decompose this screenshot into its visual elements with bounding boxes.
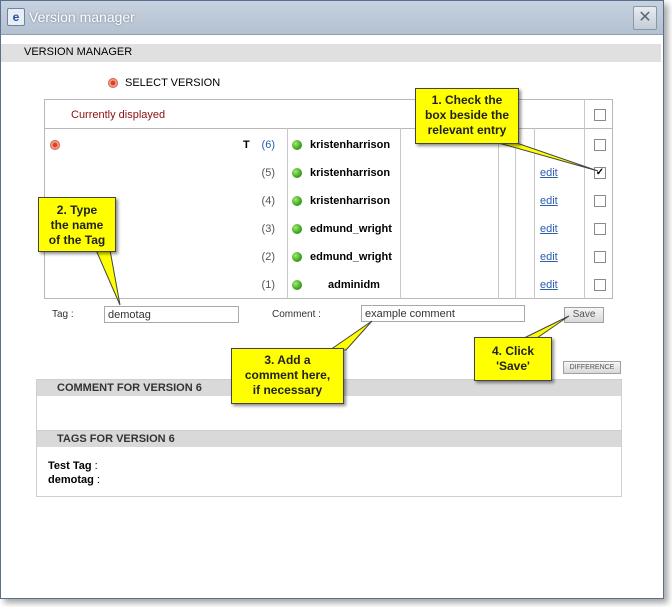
callout-add-comment: 3. Add a comment here, if necessary — [231, 348, 344, 404]
callout-type-tag: 2. Type the name of the Tag — [38, 197, 116, 252]
callout-click-save: 4. Click 'Save' — [474, 337, 552, 381]
callout-3-pointer — [328, 320, 373, 351]
callout-leaders — [95, 139, 599, 351]
callout-check-box: 1. Check the box beside the relevant ent… — [415, 88, 519, 144]
callout-2-pointer — [95, 249, 121, 306]
callout-1-pointer — [487, 139, 599, 172]
